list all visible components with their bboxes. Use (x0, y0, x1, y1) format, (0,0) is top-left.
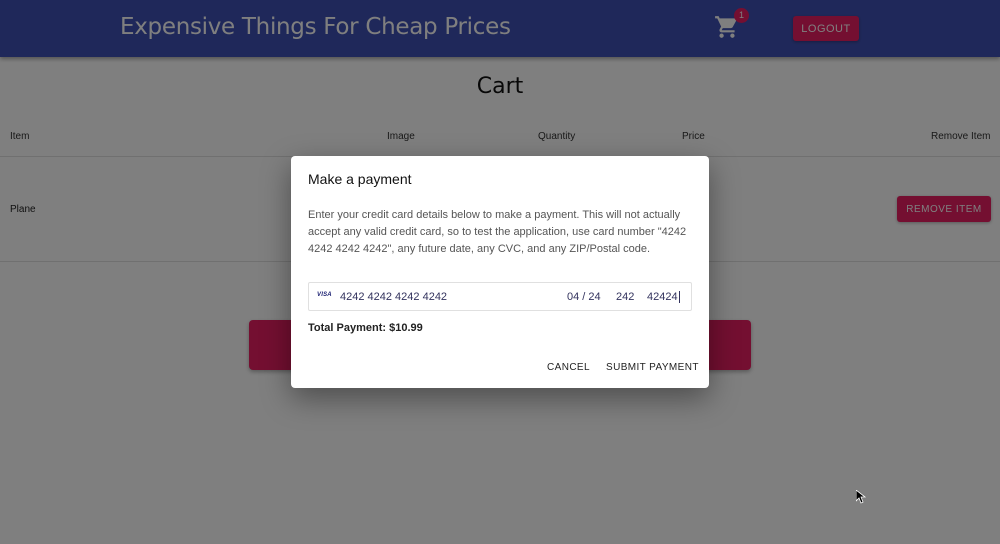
mouse-cursor-icon (856, 490, 866, 504)
card-zip-field[interactable]: 42424 (647, 291, 680, 303)
submit-payment-button[interactable]: SUBMIT PAYMENT (606, 362, 699, 373)
cancel-button[interactable]: CANCEL (547, 362, 590, 373)
card-cvc-field[interactable]: 242 (616, 291, 634, 303)
visa-card-icon: VISA (317, 292, 332, 298)
total-payment: Total Payment: $10.99 (308, 322, 423, 334)
card-expiry-field[interactable]: 04 / 24 (567, 291, 601, 303)
dialog-title: Make a payment (308, 171, 412, 187)
dialog-description: Enter your credit card details below to … (308, 209, 687, 255)
card-input[interactable]: VISA 4242 4242 4242 4242 04 / 24 242 424… (308, 282, 692, 311)
card-number-field[interactable]: 4242 4242 4242 4242 (340, 291, 447, 303)
payment-dialog: Make a payment Enter your credit card de… (291, 156, 709, 388)
